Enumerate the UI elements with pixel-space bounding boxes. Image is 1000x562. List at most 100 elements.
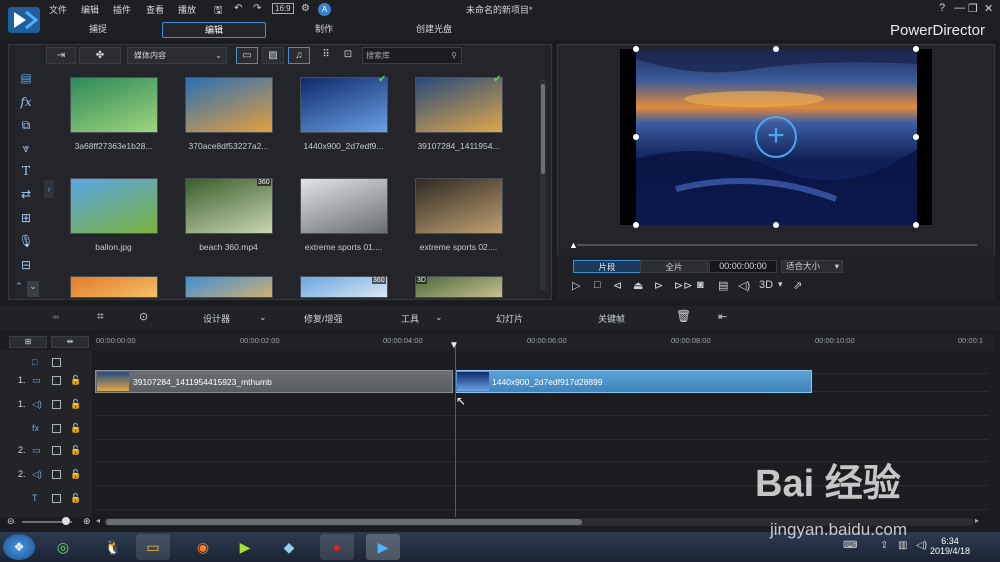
track-manager-icon[interactable]: ⊞ bbox=[9, 336, 47, 348]
track-lock-icon[interactable]: 🔓 bbox=[70, 375, 81, 386]
resize-handle[interactable] bbox=[773, 46, 779, 52]
timeline-track[interactable] bbox=[94, 418, 988, 440]
volume-icon[interactable]: ◁) bbox=[738, 279, 750, 292]
resize-handle[interactable] bbox=[633, 46, 639, 52]
fast-forward-icon[interactable]: ⊳⊳ bbox=[674, 279, 692, 292]
scroll-up-icon[interactable]: ⌃ bbox=[13, 281, 25, 297]
scroll-down-icon[interactable]: ⌄ bbox=[27, 281, 39, 297]
browser-360-icon[interactable]: ◎ bbox=[46, 534, 80, 560]
menu-file[interactable]: 文件 bbox=[49, 3, 67, 16]
volume-tray-icon[interactable]: ◁) bbox=[916, 540, 927, 551]
menu-plugins[interactable]: 插件 bbox=[113, 3, 131, 16]
recorder-icon[interactable]: ● bbox=[320, 534, 354, 560]
grid-view-icon[interactable]: ⠿ bbox=[318, 47, 334, 64]
track-enable-checkbox[interactable] bbox=[52, 358, 61, 367]
title-room-icon[interactable]: T bbox=[13, 164, 39, 180]
expand-panel-icon[interactable]: › bbox=[44, 180, 54, 198]
scroll-right-icon[interactable]: ▸ bbox=[975, 516, 979, 525]
filter-audio-icon[interactable]: ♫ bbox=[288, 47, 310, 64]
preview-seekbar[interactable] bbox=[577, 244, 977, 246]
library-scroll-thumb[interactable] bbox=[541, 84, 545, 174]
usb-icon[interactable]: ⇪ bbox=[880, 540, 888, 551]
filter-video-icon[interactable]: ▭ bbox=[236, 47, 258, 64]
aspect-ratio-icon[interactable]: 16:9 bbox=[272, 3, 294, 14]
undock-icon[interactable]: ⇗ bbox=[793, 279, 802, 292]
transition-room-icon[interactable]: ⇄ bbox=[13, 187, 39, 203]
app-window-icon[interactable]: ◆ bbox=[272, 534, 306, 560]
resize-handle[interactable] bbox=[773, 222, 779, 228]
chevron-down-icon[interactable]: ⌄ bbox=[435, 312, 443, 323]
media-thumbnail[interactable] bbox=[70, 276, 158, 298]
zoom-out-icon[interactable]: ⊖ bbox=[7, 516, 15, 527]
network-icon[interactable]: ▥ bbox=[898, 540, 907, 551]
scroll-left-icon[interactable]: ◂ bbox=[96, 516, 100, 525]
undo-icon[interactable]: ↶ bbox=[234, 3, 242, 14]
move-crosshair-icon[interactable]: + bbox=[755, 116, 797, 158]
fit-timeline-icon[interactable]: ⇹ bbox=[51, 336, 89, 348]
mode-produce[interactable]: 制作 bbox=[272, 22, 376, 38]
sort-icon[interactable]: ⊡ bbox=[340, 47, 356, 64]
maximize-button[interactable]: ❐ bbox=[968, 2, 978, 15]
media-room-icon[interactable]: ▤ bbox=[13, 71, 39, 87]
more-icon[interactable]: ⇤ bbox=[718, 310, 727, 323]
track-lock-icon[interactable]: 🔓 bbox=[70, 423, 81, 434]
powerdirector-taskbar-icon[interactable]: ▶ bbox=[366, 534, 400, 560]
file-explorer-icon[interactable]: ▭ bbox=[136, 534, 170, 560]
settings-gear-icon[interactable]: ⚙ bbox=[301, 3, 310, 14]
particle-room-icon[interactable]: ⩔ bbox=[13, 141, 39, 157]
minimize-button[interactable]: — bbox=[954, 2, 965, 14]
media-thumbnail[interactable] bbox=[185, 77, 273, 133]
tab-movie[interactable]: 全片 bbox=[640, 260, 708, 273]
track-lock-icon[interactable]: 🔓 bbox=[70, 469, 81, 480]
trash-icon[interactable]: 🗑 bbox=[676, 309, 691, 323]
media-thumbnail[interactable] bbox=[300, 178, 388, 234]
start-menu-icon[interactable]: ❖ bbox=[3, 534, 35, 560]
fx-room-icon[interactable]: fx bbox=[13, 95, 39, 111]
resize-handle[interactable] bbox=[913, 134, 919, 140]
qq-icon[interactable]: 🐧 bbox=[96, 534, 130, 560]
media-thumbnail[interactable] bbox=[70, 77, 158, 133]
split-icon[interactable]: ⇹ bbox=[52, 312, 60, 323]
play-icon[interactable]: ▷ bbox=[572, 279, 580, 292]
resize-handle[interactable] bbox=[913, 222, 919, 228]
media-type-dropdown[interactable]: 媒体内容 ⌄ bbox=[127, 47, 227, 64]
taskbar-clock[interactable]: 6:34 2019/4/18 bbox=[930, 536, 970, 556]
timeline-track[interactable] bbox=[94, 394, 988, 416]
voiceover-mic-icon[interactable]: 🎙 bbox=[13, 234, 39, 250]
prev-frame-icon[interactable]: ⊲ bbox=[613, 279, 622, 292]
media-thumbnail[interactable] bbox=[415, 77, 503, 133]
snapshot-camera-icon[interactable]: ◙ bbox=[697, 279, 704, 291]
media-thumbnail[interactable] bbox=[185, 276, 273, 298]
seek-marker-icon[interactable]: ▲ bbox=[569, 240, 578, 250]
chevron-down-icon[interactable]: ⌄ bbox=[259, 312, 267, 323]
track-enable-checkbox[interactable] bbox=[52, 400, 61, 409]
designer-button[interactable]: 设计器 bbox=[203, 312, 230, 325]
menu-view[interactable]: 查看 bbox=[146, 3, 164, 16]
media-thumbnail[interactable] bbox=[415, 276, 503, 298]
timeline-scroll-thumb[interactable] bbox=[106, 519, 582, 525]
track-lock-icon[interactable]: 🔓 bbox=[70, 445, 81, 456]
search-icon[interactable]: ⚲ bbox=[451, 48, 457, 63]
resize-handle[interactable] bbox=[633, 134, 639, 140]
slideshow-button[interactable]: 幻灯片 bbox=[496, 312, 523, 325]
media-thumbnail[interactable] bbox=[70, 178, 158, 234]
tab-clip[interactable]: 片段 bbox=[573, 260, 641, 273]
zoom-slider-knob[interactable] bbox=[62, 517, 70, 525]
tools-button[interactable]: 工具 bbox=[401, 312, 419, 325]
save-icon[interactable]: 🖫 bbox=[214, 3, 223, 20]
mode-edit[interactable]: 编辑 bbox=[162, 22, 266, 38]
timecode-display[interactable]: 00:00:00:00 bbox=[709, 260, 777, 273]
chevron-circle-icon[interactable]: ⊙ bbox=[139, 310, 148, 323]
stop-icon[interactable]: □ bbox=[594, 279, 601, 291]
subtitle-icon[interactable]: ▤ bbox=[718, 279, 728, 292]
track-enable-checkbox[interactable] bbox=[52, 470, 61, 479]
track-enable-checkbox[interactable] bbox=[52, 424, 61, 433]
help-button[interactable]: ? bbox=[939, 2, 945, 14]
mode-capture[interactable]: 捕捉 bbox=[46, 22, 150, 38]
firefox-icon[interactable]: ◉ bbox=[186, 534, 220, 560]
zoom-fit-dropdown[interactable]: 适合大小 ▾ bbox=[781, 260, 843, 273]
media-thumbnail[interactable] bbox=[415, 178, 503, 234]
playhead-handle-icon[interactable]: ▼ bbox=[449, 340, 461, 351]
next-frame-icon[interactable]: ⊳ bbox=[654, 279, 663, 292]
menu-edit[interactable]: 编辑 bbox=[81, 3, 99, 16]
